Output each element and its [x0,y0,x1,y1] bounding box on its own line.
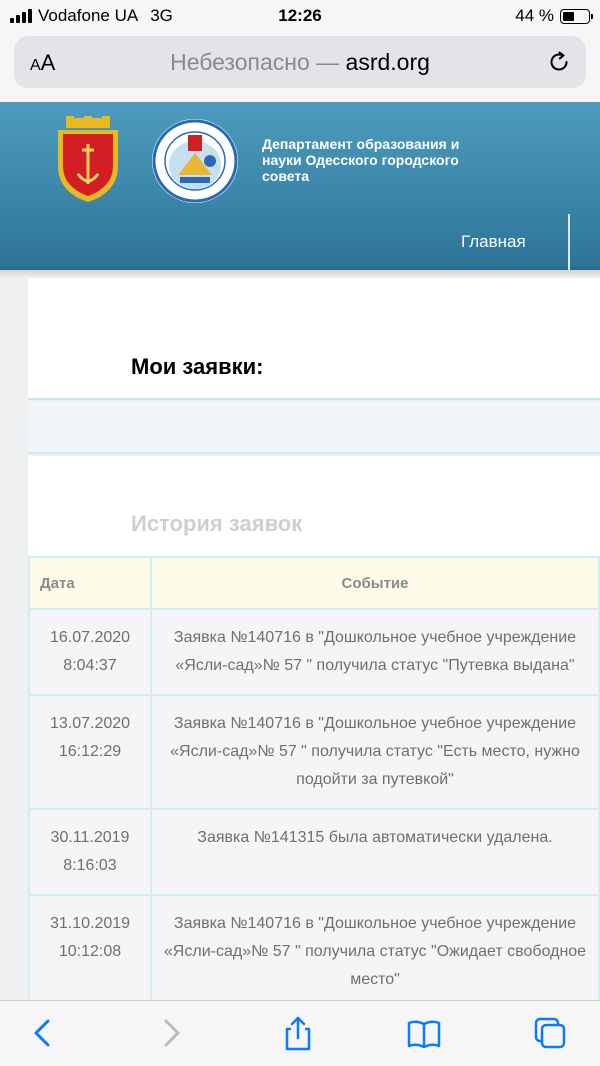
battery-level [563,11,574,21]
history-heading: История заявок [131,511,303,536]
insecure-label: Небезопасно — [170,49,340,75]
row-date: 13.07.2020 [49,715,131,732]
department-seal-icon [152,119,238,203]
row-date: 30.11.2019 [50,829,130,846]
forward-icon[interactable] [152,1015,188,1051]
row-date-cell: 31.10.2019 10:12:08 [28,894,152,1010]
tabs-icon[interactable] [532,1015,568,1051]
row-time: 10:12:08 [58,943,122,960]
row-event: Заявка №140716 в "Дошкольное учебное учр… [150,894,600,1010]
site-header: Департамент образования и науки Одесског… [0,102,600,270]
url-display[interactable]: Небезопасно — asrd.org [14,49,586,76]
address-bar[interactable]: AA Небезопасно — asrd.org [14,36,586,88]
row-time: 8:16:03 [63,857,117,874]
signal-strength-icon [10,9,32,23]
share-icon[interactable] [280,1015,316,1051]
back-icon[interactable] [26,1015,62,1051]
my-applications-heading: Мои заявки: [131,354,264,379]
table-row: 31.10.2019 10:12:08 Заявка №140716 в "До… [28,894,600,1010]
table-row: 30.11.2019 8:16:03 Заявка №141315 была а… [28,808,600,896]
row-date-cell: 13.07.2020 16:12:29 [28,694,152,810]
table-row: 16.07.2020 8:04:37 Заявка №140716 в "Дош… [28,608,600,696]
column-header-date: Дата [28,556,152,610]
empty-strip [28,402,600,454]
row-time: 8:04:37 [63,657,117,674]
history-panel: История заявок [28,456,600,556]
row-date-cell: 16.07.2020 8:04:37 [28,608,152,696]
status-right: 44 % [515,6,593,26]
reload-icon[interactable] [546,49,572,75]
row-event: Заявка №140716 в "Дошкольное учебное учр… [150,694,600,810]
battery-percentage: 44 % [515,6,554,25]
row-event: Заявка №140716 в "Дошкольное учебное учр… [150,608,600,696]
table-row: 13.07.2020 16:12:29 Заявка №140716 в "До… [28,694,600,810]
history-table: Дата Событие 16.07.2020 8:04:37 Заявка №… [28,556,600,1040]
row-event: Заявка №141315 была автоматически удален… [150,808,600,896]
row-date: 31.10.2019 [49,915,131,932]
browser-address-area: AA Небезопасно — asrd.org [0,32,600,102]
department-name: Департамент образования и науки Одесског… [262,136,460,184]
url-domain: asrd.org [345,49,430,75]
row-time: 16:12:29 [58,743,122,760]
browser-toolbar [0,1000,600,1066]
battery-icon [560,8,593,24]
odessa-coat-of-arms-icon [58,116,118,202]
nav-divider [568,214,570,270]
row-date-cell: 30.11.2019 8:16:03 [28,808,152,896]
column-header-event: Событие [150,556,600,610]
carrier-name: Vodafone UA [38,6,139,25]
status-left: Vodafone UA 3G [10,6,173,26]
network-type: 3G [150,6,173,25]
bookmarks-icon[interactable] [406,1015,442,1051]
status-bar: Vodafone UA 3G 12:26 44 % [0,0,600,32]
row-date: 16.07.2020 [49,629,131,646]
header-shadow [0,270,600,278]
nav-home-link[interactable]: Главная [461,232,526,252]
table-header-row: Дата Событие [28,556,600,610]
my-applications-panel: Мои заявки: [28,278,600,400]
